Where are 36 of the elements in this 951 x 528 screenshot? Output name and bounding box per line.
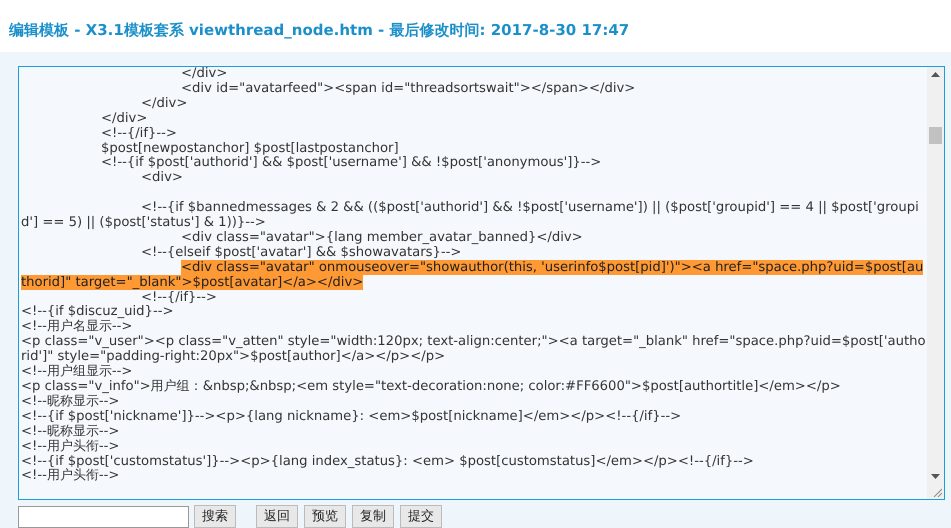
code-line: </div> <box>140 96 188 112</box>
scrollbar[interactable] <box>927 67 944 499</box>
code-line: <div class="avatar">{lang member_avatar_banned}</div> <box>180 230 584 246</box>
code-line: <!--用户头衔--> <box>21 469 120 484</box>
code-line: <p class="v_user"><p class="v_atten" style="width:120px; text-align:center;"><a target="_blank" href="space.php?uid=$post['authorid']" style="padding-right:20px">$post[author]</a></p></p> <box>21 335 927 364</box>
code-line: <!--昵称显示--> <box>21 424 120 439</box>
code-editor[interactable] <box>18 66 945 500</box>
code-line: <!--{if $post['customstatus']}--><p>{lang index_status}: <em> $post[customstatus]</em></p><!--{/if}--> <box>21 454 755 469</box>
action-button[interactable]: 预览 <box>304 505 346 528</box>
resize-grip-icon[interactable] <box>933 488 942 497</box>
code-line: $post[newpostanchor] $post[lastpostanchor] <box>100 142 400 156</box>
code-line: <!--{elseif $post['avatar'] && $showavatars}--> <box>140 246 462 261</box>
code-line: <!--昵称显示--> <box>21 394 120 410</box>
code-line: <p class="v_info">用户组：&nbsp;&nbsp;<em style="text-decoration:none; color:#FF6600">$post[authortitle]</em></p> <box>21 380 842 394</box>
action-button[interactable]: 提交 <box>400 505 442 528</box>
code-line: </div> <box>100 112 148 127</box>
code-line: <!--{if $post['nickname']}--><p>{lang nickname}: <em>$post[nickname]</em></p><!--{/if}--> <box>21 410 682 424</box>
page-title: 编辑模板 - X3.1模板套系 viewthread_node.htm - 最后修改时间: 2017-8-30 17:47 <box>9 20 630 41</box>
action-button[interactable]: 搜索 <box>194 505 236 528</box>
code-line: <!--用户组显示--> <box>21 365 134 380</box>
code-line: <div> <box>140 171 184 186</box>
action-button[interactable]: 复制 <box>352 505 394 528</box>
code-line: <!--{if $post['authorid'] && $post['username'] && !$post['anonymous']}--> <box>100 156 602 171</box>
search-field[interactable] <box>18 506 189 528</box>
code-line: <!--用户名显示--> <box>21 320 134 335</box>
code-line: <!--{if $bannedmessages & 2 && (($post['authorid'] && !$post['username']) || ($post['groupid'] == 4 || $post['groupid'] == 5) || ($post['status'] & 1))}--> <box>21 201 920 231</box>
code-line: <!--用户头衔--> <box>21 440 120 455</box>
scroll-up-icon[interactable] <box>931 72 940 77</box>
code-line: <div id="avatarfeed"><span id="threadsortswait"></span></div> <box>180 82 636 97</box>
scrollbar-thumb[interactable] <box>929 127 942 144</box>
code-line: <!--{/if}--> <box>100 126 178 142</box>
action-button[interactable]: 返回 <box>256 505 298 528</box>
code-line: <!--{/if}--> <box>140 290 218 305</box>
scroll-down-icon[interactable] <box>931 474 940 479</box>
code-line: <!--{if $discuz_uid}--> <box>21 305 175 320</box>
code-line: </div> <box>180 67 228 82</box>
